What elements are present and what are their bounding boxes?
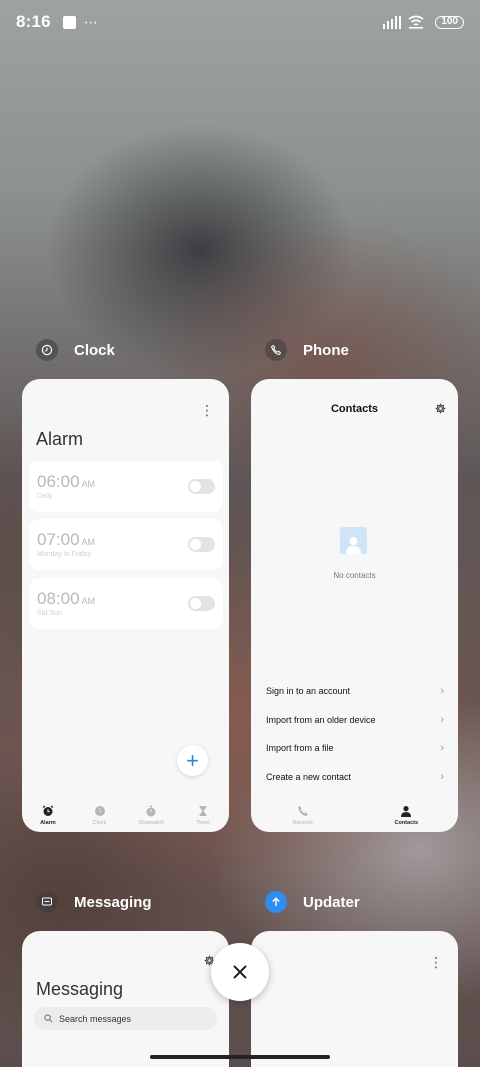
search-placeholder: Search messages [59,1013,132,1024]
settings-gear-icon[interactable] [435,403,446,414]
phone-app-name: Phone [303,341,349,359]
alarm-item[interactable]: 07:00 AM Monday to Friday [29,519,223,570]
chevron-right-icon: › [440,714,444,726]
alarm-time: 07:00 [37,530,80,549]
home-indicator[interactable] [150,1055,330,1059]
hourglass-icon [199,805,207,816]
contacts-screen-title: Contacts [330,403,379,415]
tab-contacts[interactable]: Contacts [355,798,459,832]
clock-tab-bar: Alarm Clock Stopwatch Timer [22,798,229,832]
phone-icon [297,805,308,816]
chevron-right-icon: › [440,771,444,783]
clock-app-card[interactable]: ⋮ Alarm 06:00 AM Daily 07:00 AM Monday to … [22,379,229,832]
signal-icon [383,15,402,29]
more-notifications-icon: ⋯ [83,13,99,30]
more-options-icon[interactable]: ⋮ [200,403,214,417]
tab-label: Recents [292,819,313,826]
messaging-app-card[interactable]: Messaging Search messages [22,931,229,1067]
alarm-item[interactable]: 06:00 AM Daily [29,461,223,512]
tab-alarm[interactable]: Alarm [22,798,74,832]
tab-recents[interactable]: Recents [251,798,355,832]
alarm-toggle[interactable] [188,479,215,494]
alarm-repeat: Daily [37,493,53,500]
stopwatch-icon [146,805,156,816]
updater-app-name: Updater [303,893,360,911]
menu-label: Import from a file [266,743,334,753]
sign-in-account-item[interactable]: Sign in to an account › [266,681,444,701]
phone-tab-bar: Recents Contacts [251,798,458,832]
more-options-icon[interactable]: ⋮ [429,955,443,969]
alarm-icon [42,804,54,816]
tab-clock[interactable]: Clock [74,798,126,832]
tab-timer[interactable]: Timer [177,798,229,832]
alarm-ampm: AM [81,479,96,489]
messaging-app-header[interactable]: Messaging [36,891,152,913]
close-icon [233,965,247,979]
alarm-toggle[interactable] [188,596,215,611]
alarm-ampm: AM [81,596,96,606]
menu-label: Create a new contact [266,772,352,782]
tab-label: Stopwatch [138,819,165,826]
create-contact-item[interactable]: Create a new contact › [266,767,444,787]
search-icon [44,1014,53,1023]
updater-app-header[interactable]: Updater [265,891,360,913]
status-bar: 8:16 ⋯ 100 [0,0,480,44]
messaging-screen-title: Messaging [36,979,124,999]
contact-placeholder-icon [340,527,367,554]
alarm-toggle[interactable] [188,537,215,552]
import-from-file-item[interactable]: Import from a file › [266,738,444,758]
alarm-item[interactable]: 08:00 AM Sat Sun [29,578,223,629]
alarm-screen-title: Alarm [36,429,84,449]
clock-app-name: Clock [74,341,115,359]
updater-app-card[interactable]: ⋮ [251,931,458,1067]
no-contacts-text: No contacts [333,571,376,580]
menu-label: Import from an older device [266,715,376,725]
status-time: 8:16 [16,12,51,31]
chevron-right-icon: › [440,685,444,697]
battery-indicator: 100 [435,15,464,29]
clear-all-button[interactable] [211,943,269,1001]
menu-label: Sign in to an account [266,686,351,696]
tab-label: Contacts [394,819,419,826]
messaging-app-name: Messaging [74,893,152,911]
updater-app-icon [265,891,287,913]
alarm-time: 06:00 [37,472,80,491]
phone-app-card[interactable]: Contacts No contacts Sign in to an accou… [251,379,458,832]
tab-label: Timer [196,819,211,826]
import-older-device-item[interactable]: Import from an older device › [266,710,444,730]
wifi-icon [408,15,424,29]
alarm-repeat: Monday to Friday [37,551,92,558]
messaging-app-icon [36,891,58,913]
phone-app-icon [265,339,287,361]
add-alarm-button[interactable]: + [177,745,208,776]
alarm-repeat: Sat Sun [37,610,62,617]
search-messages-field[interactable]: Search messages [34,1007,217,1030]
phone-app-header[interactable]: Phone [265,339,349,361]
chevron-right-icon: › [440,742,444,754]
clock-app-icon [36,339,58,361]
tab-stopwatch[interactable]: Stopwatch [126,798,178,832]
clock-icon [94,805,105,816]
clock-app-header[interactable]: Clock [36,339,115,361]
person-icon [401,805,412,817]
alarm-ampm: AM [81,537,96,547]
tab-label: Clock [92,819,107,826]
alarm-time: 08:00 [37,589,80,608]
tab-label: Alarm [40,819,56,826]
notification-icon [62,15,76,29]
